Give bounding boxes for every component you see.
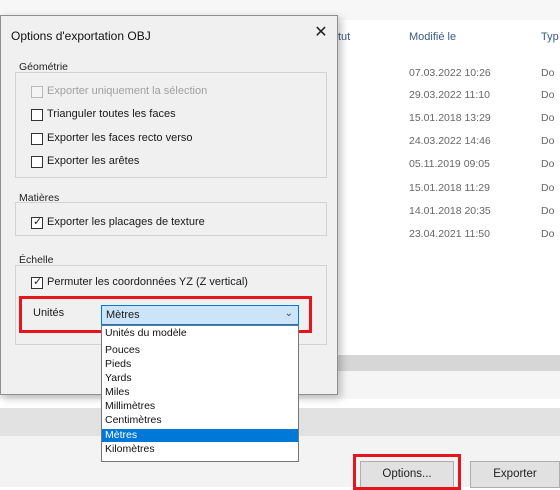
column-status-header[interactable]: tut (338, 31, 350, 43)
column-type-header[interactable]: Typ (541, 31, 559, 43)
unit-option-kilometers[interactable]: Kilomètres (102, 443, 298, 456)
dialog-title: Options d'exportation OBJ (11, 29, 151, 43)
file-row-type[interactable]: Do (541, 135, 554, 147)
file-row-modified[interactable]: 15.01.2018 11:29 (409, 182, 490, 194)
unit-option-millimeters[interactable]: Millimètres (102, 400, 298, 413)
file-row-modified[interactable]: 29.03.2022 11:10 (409, 89, 490, 101)
file-row-modified[interactable]: 15.01.2018 13:29 (409, 112, 491, 124)
check-icon: ✓ (33, 276, 43, 288)
file-row-type[interactable]: Do (541, 158, 554, 170)
option-label: Exporter les arêtes (47, 155, 140, 167)
check-icon: ✓ (33, 216, 43, 228)
file-row-modified[interactable]: 05.11.2019 09:05 (409, 158, 490, 170)
unit-option-inches[interactable]: Pouces (102, 344, 298, 357)
file-row-modified[interactable]: 14.01.2018 20:35 (409, 205, 491, 217)
unit-option-model-units[interactable]: Unités du modèle (102, 327, 298, 340)
column-modified-header[interactable]: Modifié le (409, 31, 456, 43)
option-label: Permuter les coordonnées YZ (Z vertical) (47, 276, 248, 288)
file-row-type[interactable]: Do (541, 228, 554, 240)
option-label: Exporter les placages de texture (47, 216, 205, 228)
file-row-type[interactable]: Do (541, 67, 554, 79)
file-row-type[interactable]: Do (541, 182, 554, 194)
file-row-modified[interactable]: 07.03.2022 10:26 (409, 67, 491, 79)
units-dropdown-list: Unités du modèle Pouces Pieds Yards Mile… (101, 325, 299, 462)
export-button[interactable]: Exporter (470, 461, 560, 488)
checkbox-box (31, 86, 43, 98)
checkbox-box: ✓ (31, 276, 43, 289)
unit-option-meters[interactable]: Mètres (102, 429, 298, 442)
file-row-type[interactable]: Do (541, 89, 554, 101)
checkbox-box (31, 109, 43, 121)
close-icon[interactable]: ✕ (310, 22, 332, 44)
unit-option-yards[interactable]: Yards (102, 372, 298, 385)
unit-option-feet[interactable]: Pieds (102, 358, 298, 371)
checkbox-box (31, 156, 43, 168)
file-row-type[interactable]: Do (541, 112, 554, 124)
option-label: Exporter les faces recto verso (47, 132, 193, 144)
unit-option-miles[interactable]: Miles (102, 386, 298, 399)
checkbox-box (31, 133, 43, 145)
file-row-type[interactable]: Do (541, 205, 554, 217)
checkbox-box: ✓ (31, 216, 43, 229)
option-label: Exporter uniquement la sélection (47, 85, 208, 97)
unit-option-centimeters[interactable]: Centimètres (102, 414, 298, 427)
options-highlight-box (353, 454, 461, 490)
option-label: Trianguler toutes les faces (47, 108, 176, 120)
file-row-modified[interactable]: 24.03.2022 14:46 (409, 135, 491, 147)
file-row-modified[interactable]: 23.04.2021 11:50 (409, 228, 490, 240)
